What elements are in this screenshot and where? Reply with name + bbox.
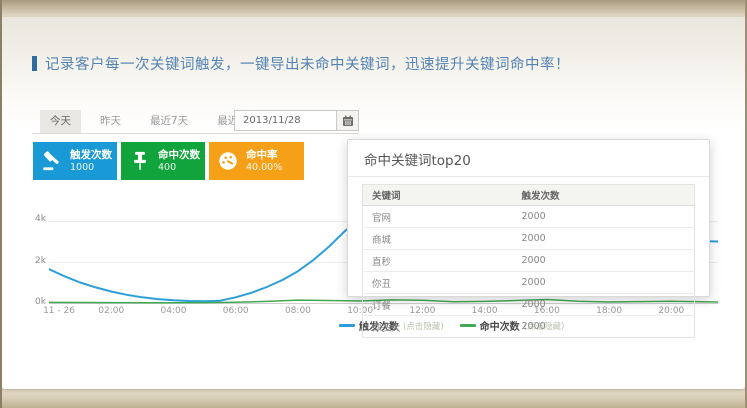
page-title: 记录客户每一次关键词触发，一键导出未命中关键词，迅速提升关键词命中率！: [45, 53, 570, 74]
table-row: 订餐2000: [363, 294, 695, 316]
x-tick-label: 04:00: [147, 306, 199, 316]
table-row: 商城2000: [363, 228, 695, 250]
stat-value: 400: [158, 162, 200, 174]
page-background: 记录客户每一次关键词触发，一键导出未命中关键词，迅速提升关键词命中率！ 今天 昨…: [0, 0, 747, 408]
filter-bar: 今天 昨天 最近7天 最近30天 2013/11/28: [32, 110, 359, 134]
x-tick-label: 08:00: [272, 306, 324, 316]
stat-cards: 触发次数 1000 命中次数 400: [33, 142, 304, 180]
top20-table: 关键词 触发次数 官网2000商城2000直秒2000你丑2000订餐2000你…: [362, 184, 695, 338]
y-tick-label: 2k: [28, 256, 46, 266]
date-picker[interactable]: 2013/11/28: [234, 110, 359, 131]
gavel-icon: [41, 150, 63, 172]
tab-today[interactable]: 今天: [40, 110, 81, 133]
table-header-row: 关键词 触发次数: [363, 185, 695, 206]
table-row: 你丑2000: [363, 272, 695, 294]
column-header-keyword: 关键词: [363, 185, 513, 206]
stat-value: 1000: [70, 162, 112, 174]
calendar-button[interactable]: [336, 111, 358, 130]
stat-card: 命中率 40.00%: [209, 142, 304, 180]
page-headline: 记录客户每一次关键词触发，一键导出未命中关键词，迅速提升关键词命中率！: [32, 53, 570, 74]
top20-popup: 命中关键词top20 关键词 触发次数 官网2000商城2000直秒2000你丑…: [347, 139, 710, 297]
table-row: 你多大2000: [363, 316, 695, 338]
table-row: 官网2000: [363, 206, 695, 228]
legend-swatch: [339, 324, 355, 327]
title-accent-bar: [32, 56, 37, 71]
stat-card: 命中次数 400: [121, 142, 205, 180]
stat-value: 40.00%: [246, 162, 282, 174]
popup-title: 命中关键词top20: [348, 140, 709, 177]
pushpin-icon: [129, 150, 151, 172]
top20-table-body: 官网2000商城2000直秒2000你丑2000订餐2000你多大2000: [363, 206, 695, 338]
calendar-icon: [342, 115, 354, 127]
table-row: 直秒2000: [363, 250, 695, 272]
stat-label: 命中率: [246, 149, 282, 162]
column-header-trigger-count: 触发次数: [513, 185, 695, 206]
stat-card: 触发次数 1000: [33, 142, 117, 180]
tab-last-7-days[interactable]: 最近7天: [140, 110, 198, 133]
x-tick-label: 06:00: [210, 306, 262, 316]
gauge-icon: [217, 150, 239, 172]
stat-label: 触发次数: [70, 149, 112, 162]
y-tick-label: 4k: [28, 214, 46, 224]
tab-yesterday[interactable]: 昨天: [90, 110, 131, 133]
x-tick-label: 02:00: [85, 306, 137, 316]
stat-label: 命中次数: [158, 149, 200, 162]
x-tick-label: 11 - 26: [33, 306, 85, 316]
date-value: 2013/11/28: [235, 115, 336, 126]
y-tick-label: 0k: [28, 297, 46, 307]
